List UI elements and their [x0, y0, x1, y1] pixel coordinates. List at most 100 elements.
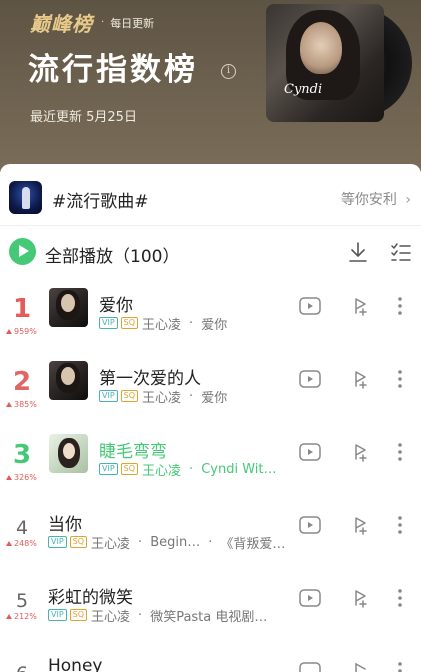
rank-number: 3	[12, 440, 32, 470]
sq-badge: SQ	[120, 463, 139, 475]
song-row[interactable]: 5 212% 彩虹的微笑 VIP SQ 王心凌 · 微笑Pasta 电视剧…	[0, 576, 421, 649]
album-name: Cyndi Wit…	[201, 461, 277, 477]
brand-row: 巅峰榜 · 每日更新	[30, 8, 154, 37]
rank-change-value: 248%	[14, 539, 37, 548]
song-meta: VIP SQ 王心凌 · Begin… · 《背叛爱…	[48, 534, 286, 552]
topic-link[interactable]: 等你安利 ›	[341, 189, 411, 209]
chart-cover[interactable]: Cyndi	[266, 4, 412, 122]
album-name: 《背叛爱…	[220, 536, 286, 552]
more-icon[interactable]	[390, 367, 410, 391]
song-thumbnail	[49, 434, 88, 473]
more-icon[interactable]	[390, 294, 410, 318]
page-title: 流行指数榜	[28, 52, 198, 88]
topic-row[interactable]: #流行歌曲# 等你安利 ›	[0, 164, 421, 226]
song-title: 爱你	[99, 296, 133, 316]
more-icon[interactable]	[390, 586, 410, 610]
artist-name: 王心凌	[142, 317, 182, 333]
sq-badge: SQ	[69, 609, 88, 621]
artist-name: 王心凌	[142, 463, 182, 479]
song-title: 彩虹的微笑	[48, 588, 133, 608]
artist-name: 王心凌	[91, 536, 131, 552]
chevron-right-icon: ›	[405, 192, 411, 208]
up-arrow-icon	[6, 541, 12, 546]
chart-header: 巅峰榜 · 每日更新 流行指数榜 i 最近更新 5月25日 Cyndi	[0, 0, 421, 172]
vip-badge: VIP	[48, 536, 67, 548]
album-cover-image: Cyndi	[266, 4, 384, 122]
rank-change-value: 212%	[14, 612, 37, 621]
add-to-playlist-icon[interactable]	[348, 659, 372, 672]
more-icon[interactable]	[390, 513, 410, 537]
song-title: 睫毛弯弯	[99, 442, 167, 462]
cover-logo-text: Cyndi	[284, 82, 323, 97]
song-row[interactable]: 1 959% 爱你 VIP SQ 王心凌 · 爱你	[0, 284, 421, 357]
song-thumbnail	[49, 288, 88, 327]
vip-badge: VIP	[99, 390, 118, 402]
info-icon[interactable]: i	[221, 64, 236, 79]
mv-play-icon[interactable]	[298, 367, 322, 391]
mv-play-icon[interactable]	[298, 440, 322, 464]
up-arrow-icon	[6, 402, 12, 407]
up-arrow-icon	[6, 329, 12, 334]
up-arrow-icon	[6, 475, 12, 480]
song-row[interactable]: 4 248% 当你 VIP SQ 王心凌 · Begin… · 《背叛爱…	[0, 503, 421, 576]
song-row[interactable]: 2 385% 第一次爱的人 VIP SQ 王心凌 · 爱你	[0, 357, 421, 430]
brand-separator: ·	[101, 17, 105, 28]
song-title: Honey	[48, 656, 103, 672]
song-meta: VIP SQ 王心凌 · 微笑Pasta 电视剧…	[48, 608, 268, 625]
album-name: 爱你	[201, 317, 228, 333]
multi-select-icon[interactable]	[389, 240, 413, 264]
rank-number: 6	[8, 663, 36, 672]
brand-logo: 巅峰榜	[30, 12, 93, 36]
sq-badge: SQ	[120, 317, 139, 329]
rank-number: 2	[12, 367, 32, 397]
song-list-panel: #流行歌曲# 等你安利 › 全部播放（100） 1 959% 爱你 VIP SQ …	[0, 164, 421, 672]
album-name: 爱你	[201, 390, 228, 406]
mv-play-icon[interactable]	[298, 659, 322, 672]
rank-change: 385%	[6, 400, 37, 409]
song-row[interactable]: 3 326% 睫毛弯弯 VIP SQ 王心凌 · Cyndi Wit…	[0, 430, 421, 503]
play-all-label[interactable]: 全部播放（100）	[45, 242, 179, 267]
add-to-playlist-icon[interactable]	[348, 513, 372, 537]
more-icon[interactable]	[390, 440, 410, 464]
album-name: 微笑Pasta 电视剧…	[150, 609, 268, 625]
rank-change: 212%	[6, 612, 37, 621]
sq-badge: SQ	[120, 390, 139, 402]
topic-thumbnail	[9, 181, 42, 214]
brand-subtitle: 每日更新	[110, 16, 155, 30]
rank-change-value: 385%	[14, 400, 37, 409]
vip-badge: VIP	[99, 463, 118, 475]
song-title: 当你	[48, 515, 82, 535]
mv-play-icon[interactable]	[298, 586, 322, 610]
song-extra: Begin…	[150, 534, 201, 550]
rank-change-value: 326%	[14, 473, 37, 482]
song-meta: VIP SQ 王心凌 · 爱你	[99, 316, 228, 333]
artist-name: 王心凌	[91, 609, 131, 625]
artist-name: 王心凌	[142, 390, 182, 406]
update-date: 最近更新 5月25日	[30, 110, 137, 125]
topic-link-label: 等你安利	[340, 192, 397, 208]
rank-number: 1	[12, 294, 32, 324]
mv-play-icon[interactable]	[298, 294, 322, 318]
mv-play-icon[interactable]	[298, 513, 322, 537]
add-to-playlist-icon[interactable]	[348, 586, 372, 610]
rank-change: 326%	[6, 473, 37, 482]
up-arrow-icon	[6, 614, 12, 619]
add-to-playlist-icon[interactable]	[348, 367, 372, 391]
more-icon[interactable]	[390, 659, 410, 672]
download-icon[interactable]	[346, 240, 370, 264]
song-thumbnail	[49, 361, 88, 400]
add-to-playlist-icon[interactable]	[348, 294, 372, 318]
rank-number: 5	[15, 590, 29, 612]
vip-badge: VIP	[99, 317, 118, 329]
add-to-playlist-icon[interactable]	[348, 440, 372, 464]
rank-number: 4	[15, 517, 29, 539]
topic-title: #流行歌曲#	[52, 192, 149, 212]
song-meta: VIP SQ 王心凌 · 爱你	[99, 389, 228, 406]
song-title: 第一次爱的人	[99, 369, 201, 389]
song-row[interactable]: 6 Honey	[0, 649, 421, 672]
song-meta: VIP SQ 王心凌 · Cyndi Wit…	[99, 461, 277, 479]
play-all-button[interactable]	[9, 238, 36, 265]
rank-change: 959%	[6, 327, 37, 336]
rank-change: 248%	[6, 539, 37, 548]
sq-badge: SQ	[69, 536, 88, 548]
